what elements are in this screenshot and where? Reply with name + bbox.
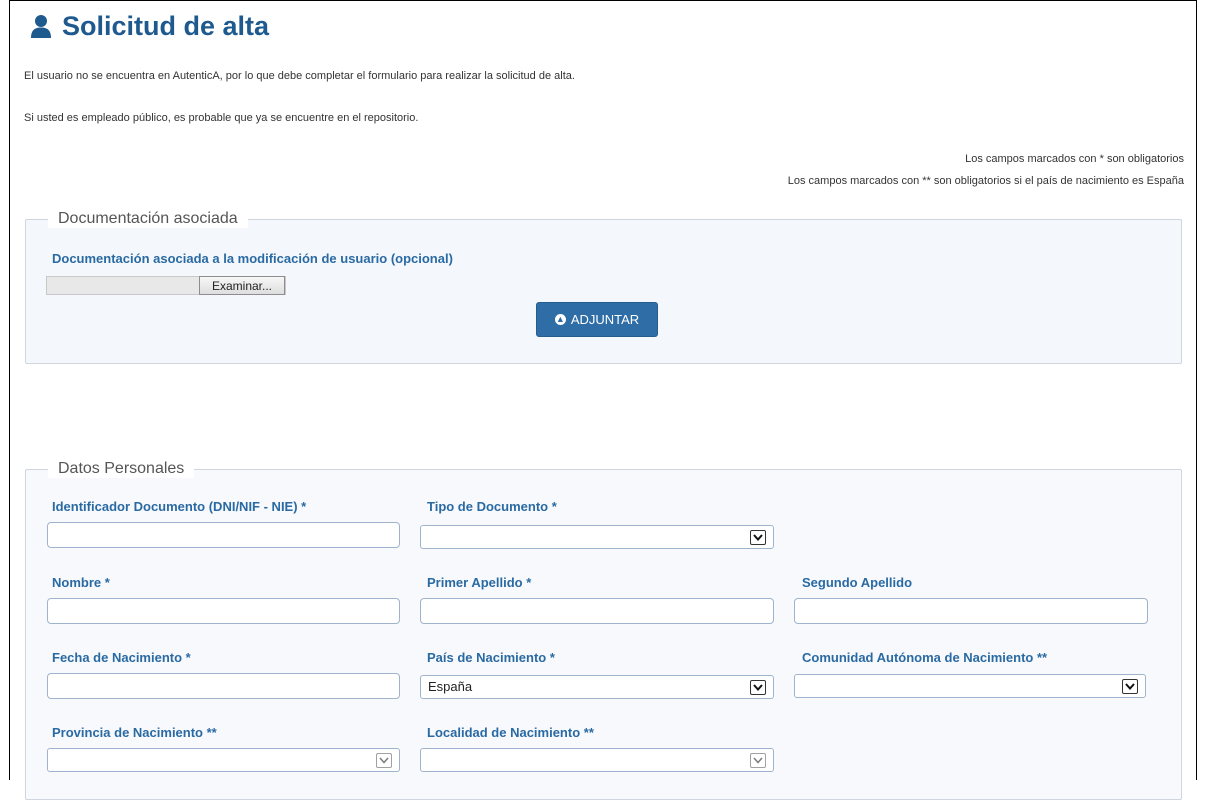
user-icon [31, 15, 51, 38]
chevron-down-icon [750, 530, 766, 545]
comunidad-autonoma-select[interactable] [794, 674, 1146, 698]
comunidad-autonoma-label: Comunidad Autónoma de Nacimiento ** [802, 650, 1048, 665]
primer-apellido-label: Primer Apellido * [427, 575, 532, 590]
localidad-label: Localidad de Nacimiento ** [427, 725, 594, 740]
segundo-apellido-label: Segundo Apellido [802, 575, 913, 590]
required-note-2: Los campos marcados con ** son obligator… [787, 175, 1184, 187]
chevron-down-icon [750, 680, 766, 695]
provincia-select[interactable] [47, 748, 400, 772]
chevron-down-icon [750, 753, 766, 768]
page-title: Solicitud de alta [30, 8, 269, 44]
browse-button[interactable]: Examinar... [199, 276, 285, 295]
attach-button-label: ADJUNTAR [570, 312, 640, 327]
chevron-down-icon [376, 753, 392, 768]
identificador-input[interactable] [47, 522, 400, 548]
nombre-label: Nombre * [52, 575, 110, 590]
required-note-1: Los campos marcados con * son obligatori… [965, 153, 1184, 165]
datos-personales-legend: Datos Personales [48, 460, 195, 478]
circle-arrow-up-icon: ▲ [554, 314, 566, 325]
fecha-nacimiento-label: Fecha de Nacimiento * [52, 650, 191, 665]
pais-nacimiento-label: País de Nacimiento * [427, 650, 555, 665]
segundo-apellido-input[interactable] [794, 598, 1148, 624]
fecha-nacimiento-input[interactable] [47, 673, 400, 699]
attach-button[interactable]: ▲ ADJUNTAR [536, 302, 658, 337]
intro-text-2: Si usted es empleado público, es probabl… [24, 112, 419, 124]
documentacion-label: Documentación asociada a la modificación… [52, 251, 453, 266]
provincia-label: Provincia de Nacimiento ** [52, 725, 217, 740]
tipo-documento-label: Tipo de Documento * [427, 499, 557, 514]
intro-text-1: El usuario no se encuentra en AutenticA,… [24, 70, 575, 82]
pais-nacimiento-select[interactable]: España [420, 675, 774, 699]
localidad-select[interactable] [420, 748, 774, 772]
nombre-input[interactable] [47, 598, 400, 624]
documentacion-legend: Documentación asociada [48, 210, 248, 228]
primer-apellido-input[interactable] [420, 598, 774, 624]
tipo-documento-select[interactable] [420, 525, 774, 549]
chevron-down-icon [1122, 679, 1138, 694]
page-title-text: Solicitud de alta [62, 10, 270, 41]
pais-nacimiento-value: España [428, 679, 473, 694]
identificador-label: Identificador Documento (DNI/NIF - NIE) … [52, 499, 307, 514]
